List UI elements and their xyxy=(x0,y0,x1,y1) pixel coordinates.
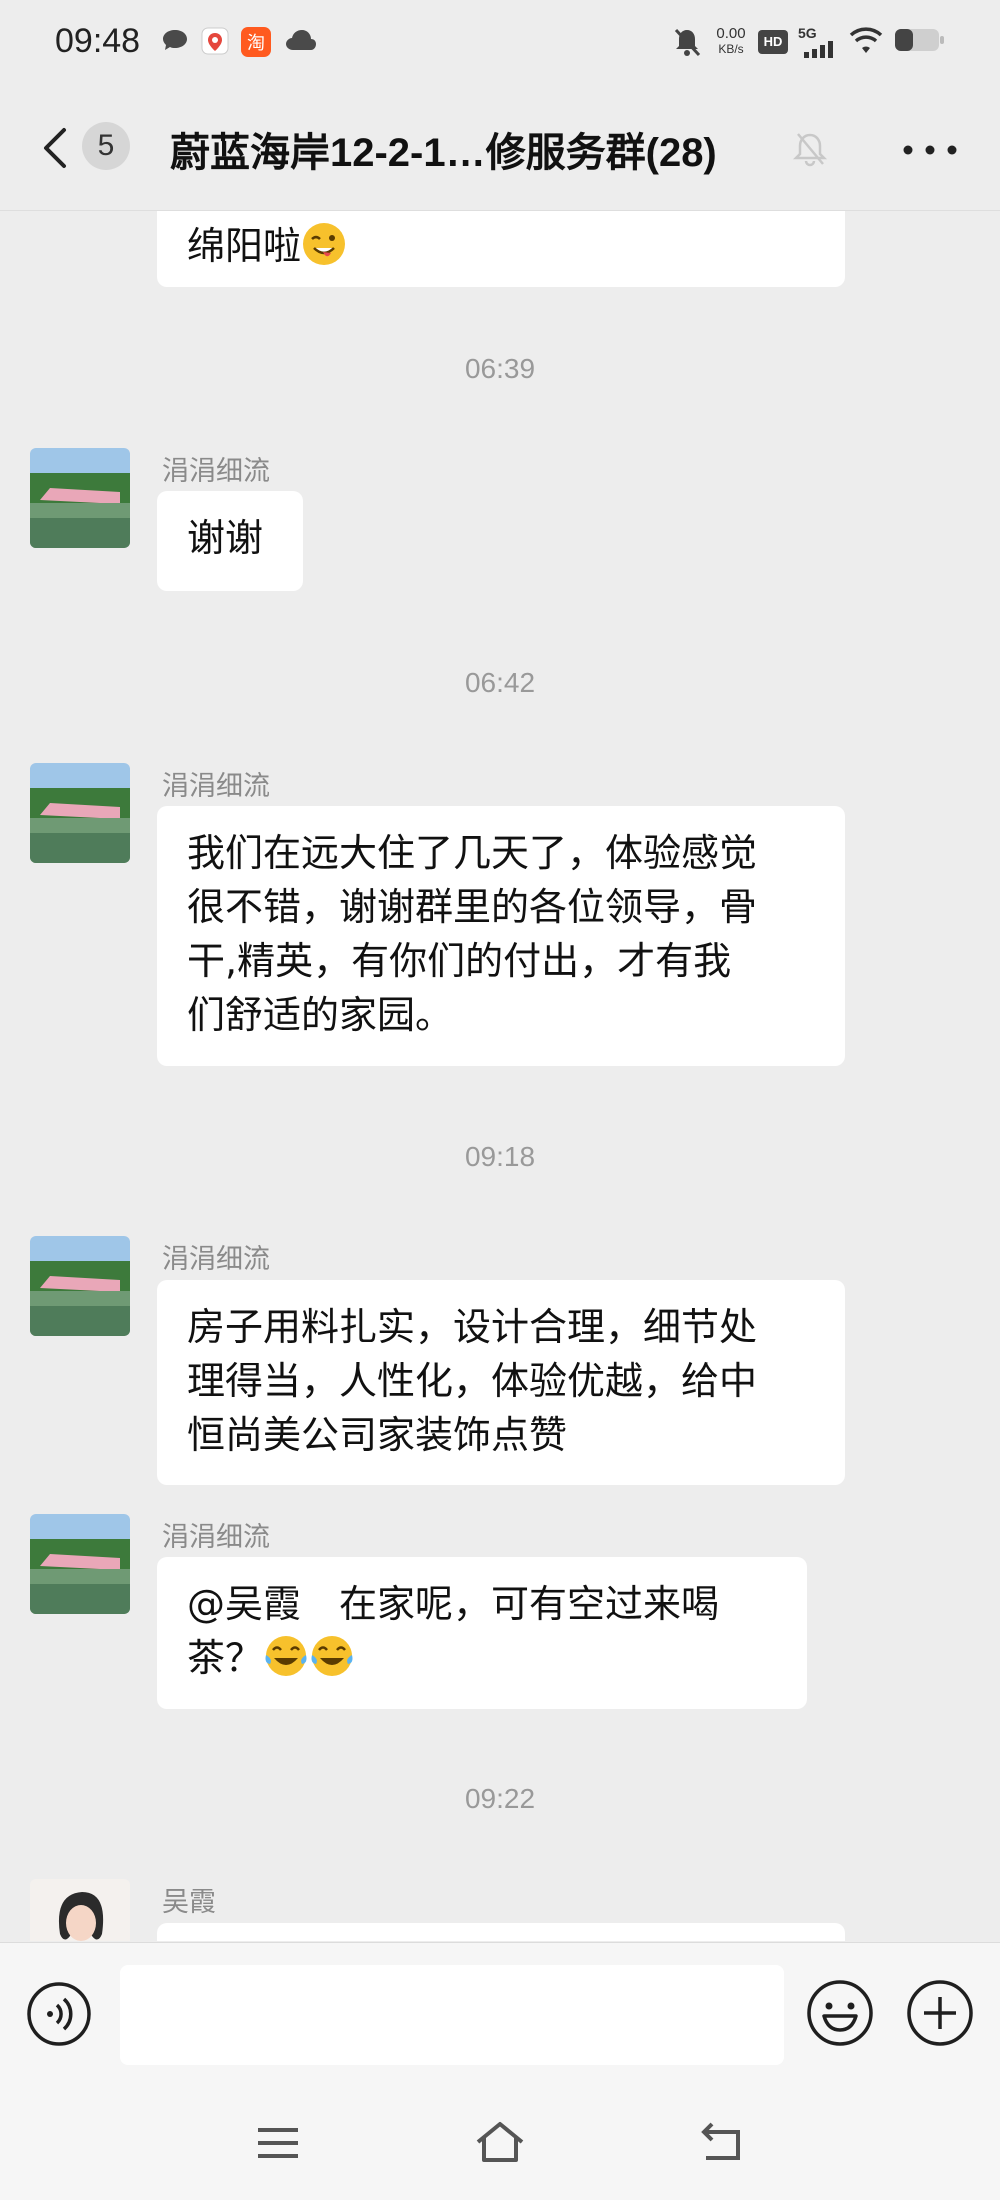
sender-name: 吴霞 xyxy=(162,1887,216,1918)
message-line: @吴霞 在家呢，可有空过来喝 xyxy=(187,1582,720,1626)
timestamp: 09:18 xyxy=(464,1141,536,1172)
back-button[interactable] xyxy=(36,118,76,178)
timestamp: 06:39 xyxy=(464,353,536,384)
return-icon xyxy=(701,2122,740,2160)
message-bubble[interactable] xyxy=(157,1923,845,1941)
laughing-tears-emoji xyxy=(265,1636,307,1676)
avatar[interactable] xyxy=(30,448,130,548)
wink-tongue-emoji xyxy=(303,223,346,265)
landscape-avatar-image xyxy=(30,1236,130,1336)
message-input[interactable] xyxy=(120,1965,784,2065)
message-line: 茶？ xyxy=(187,1636,264,1680)
system-nav-bar xyxy=(0,2082,1000,2200)
smiley-icon xyxy=(807,1980,873,2046)
message-bubble[interactable]: 绵阳啦 xyxy=(157,211,845,287)
message-text: 绵阳啦 xyxy=(187,224,302,268)
net-speed-unit: KB/s xyxy=(718,42,744,56)
input-bar xyxy=(0,1942,1000,2083)
landscape-avatar-image xyxy=(30,1514,130,1614)
silent-bell-icon xyxy=(674,28,701,57)
voice-button[interactable] xyxy=(26,1981,92,2047)
battery-icon xyxy=(895,29,944,51)
message-line: 房子用料扎实，设计合理，细节处 xyxy=(187,1305,758,1349)
laughing-tears-emoji xyxy=(311,1636,353,1676)
plus-circle-icon xyxy=(907,1980,973,2046)
message-bubble[interactable]: @吴霞 在家呢，可有空过来喝 茶？ xyxy=(157,1557,807,1709)
chat-title: 蔚蓝海岸12-2-1…修服务群(28) xyxy=(170,131,717,175)
message-line: 我们在远大住了几天了，体验感觉 xyxy=(187,831,758,875)
unread-count-badge[interactable]: 5 xyxy=(82,122,130,170)
svg-text:淘: 淘 xyxy=(247,33,265,54)
more-functions-button[interactable] xyxy=(906,1979,974,2047)
voice-icon xyxy=(27,1982,91,2046)
message-bubble[interactable]: 谢谢 xyxy=(157,491,303,591)
sender-name: 涓涓细流 xyxy=(162,1522,270,1553)
message-text: 谢谢 xyxy=(187,516,264,560)
message-line: 理得当，人性化，体验优越，给中 xyxy=(187,1359,758,1403)
sender-name: 涓涓细流 xyxy=(162,771,270,802)
avatar[interactable] xyxy=(30,1514,130,1614)
mute-bell-icon xyxy=(792,133,828,167)
message-line: 很不错，谢谢群里的各位领导，骨 xyxy=(187,885,758,929)
sender-name: 涓涓细流 xyxy=(162,1244,270,1275)
timestamp: 09:22 xyxy=(464,1783,536,1814)
chevron-left-icon xyxy=(44,128,66,168)
wifi-icon xyxy=(849,27,883,53)
net-speed-value: 0.00 xyxy=(716,25,746,42)
message-bubble-icon xyxy=(163,30,187,50)
hd-icon: HD xyxy=(758,30,788,54)
chat-area[interactable]: 绵阳啦 06:39 涓涓细流 谢谢 06:42 涓涓细流 我们在远大住了几天了，… xyxy=(0,211,1000,1941)
emoji-button[interactable] xyxy=(806,1979,874,2047)
sender-name: 涓涓细流 xyxy=(162,456,270,487)
map-pin-icon xyxy=(201,27,229,55)
timestamp: 06:42 xyxy=(464,667,536,698)
menu-nav-button[interactable] xyxy=(248,2118,308,2168)
status-bar: 09:48 淘 0.00 KB/s HD 5G xyxy=(0,0,1000,90)
avatar[interactable] xyxy=(30,1236,130,1336)
status-time: 09:48 xyxy=(55,22,141,60)
message-bubble[interactable]: 房子用料扎实，设计合理，细节处 理得当，人性化，体验优越，给中 恒尚美公司家装饰… xyxy=(157,1280,845,1485)
home-nav-button[interactable] xyxy=(470,2118,530,2168)
more-dots-icon xyxy=(903,145,957,155)
message-line: 们舒适的家园。 xyxy=(187,993,454,1037)
message-line: 恒尚美公司家装饰点赞 xyxy=(187,1413,568,1457)
cloud-icon xyxy=(286,30,316,50)
landscape-avatar-image xyxy=(30,448,130,548)
message-bubble[interactable]: 我们在远大住了几天了，体验感觉 很不错，谢谢群里的各位领导，骨 干,精英，有你们… xyxy=(157,806,845,1066)
menu-icon xyxy=(258,2128,298,2158)
avatar[interactable] xyxy=(30,763,130,863)
back-nav-button[interactable] xyxy=(692,2118,752,2168)
message-line: 干,精英，有你们的付出，才有我 xyxy=(187,939,732,983)
5g-signal-icon: 5G xyxy=(798,26,842,60)
taobao-icon: 淘 xyxy=(241,27,271,57)
chat-header: 5 蔚蓝海岸12-2-1…修服务群(28) xyxy=(0,90,1000,211)
home-icon xyxy=(476,2122,524,2162)
landscape-avatar-image xyxy=(30,763,130,863)
girl-avatar-image xyxy=(30,1879,130,1941)
more-options-button[interactable] xyxy=(900,130,960,170)
net-speed: 0.00 KB/s xyxy=(712,25,750,57)
network-label: 5G xyxy=(798,25,817,41)
avatar[interactable] xyxy=(30,1879,130,1941)
